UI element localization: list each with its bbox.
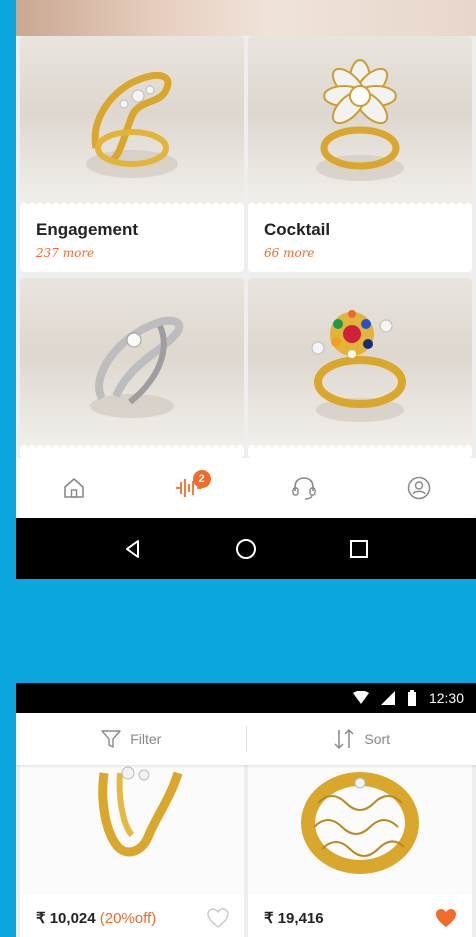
category-screen: Engagement 237 more Cocktail 66 more 2 xyxy=(16,0,476,579)
product-image xyxy=(248,743,472,895)
sort-label: Sort xyxy=(364,731,391,747)
category-count: 237 more xyxy=(36,246,95,260)
category-card-engagement[interactable]: Engagement 237 more xyxy=(20,36,244,272)
sort-button[interactable]: Sort xyxy=(247,713,476,765)
price-value: ₹ 10,024 xyxy=(36,910,96,927)
price-value: ₹ 19,416 xyxy=(264,910,324,927)
cocktail-ring-image xyxy=(248,36,472,206)
category-card-navratna[interactable] xyxy=(248,278,472,458)
support-icon xyxy=(291,477,316,500)
system-navigation-bar xyxy=(16,518,476,579)
category-card-silver[interactable] xyxy=(20,278,244,458)
filter-icon xyxy=(101,730,121,748)
silver-ring-image xyxy=(20,278,244,448)
product-card[interactable]: ₹ 19,416 xyxy=(248,743,472,937)
home-icon xyxy=(63,478,84,498)
product-card[interactable]: ₹ 10,024 (20%off) xyxy=(20,743,244,937)
filter-label: Filter xyxy=(130,731,162,747)
bottom-nav: 2 xyxy=(16,458,476,518)
status-time: 12:30 xyxy=(428,690,464,706)
product-list-screen: 12:30 Filter Sort ₹ 10,024 (20%off) ₹ 19… xyxy=(16,683,476,937)
product-price: ₹ 19,416 xyxy=(264,909,324,927)
product-image xyxy=(20,743,244,895)
nav-trending[interactable]: 2 xyxy=(169,468,211,508)
category-title: Engagement xyxy=(36,220,139,239)
heart-filled-icon[interactable] xyxy=(434,907,458,929)
sort-icon xyxy=(334,728,354,750)
wifi-icon xyxy=(352,691,369,704)
discount-text: (20%off) xyxy=(99,910,157,927)
product-price: ₹ 10,024 (20%off) xyxy=(36,909,156,927)
status-bar: 12:30 xyxy=(16,683,476,713)
signal-icon xyxy=(380,691,395,705)
home-circle-icon[interactable] xyxy=(235,538,257,560)
navratna-ring-image xyxy=(248,278,472,448)
notification-badge: 2 xyxy=(192,470,211,488)
nav-support[interactable] xyxy=(284,468,324,508)
battery-icon xyxy=(407,690,416,706)
filter-button[interactable]: Filter xyxy=(16,713,246,765)
nav-account[interactable] xyxy=(399,468,439,508)
filter-sort-bar: Filter Sort xyxy=(16,713,476,765)
recents-icon[interactable] xyxy=(348,538,370,560)
heart-outline-icon[interactable] xyxy=(206,907,230,929)
engagement-ring-image xyxy=(20,36,244,206)
hero-banner[interactable] xyxy=(16,0,476,36)
category-card-cocktail[interactable]: Cocktail 66 more xyxy=(248,36,472,272)
nav-home[interactable] xyxy=(54,468,94,508)
category-title: Cocktail xyxy=(264,220,331,239)
account-icon xyxy=(407,476,430,500)
back-icon[interactable] xyxy=(122,538,144,560)
category-count: 66 more xyxy=(264,246,315,260)
